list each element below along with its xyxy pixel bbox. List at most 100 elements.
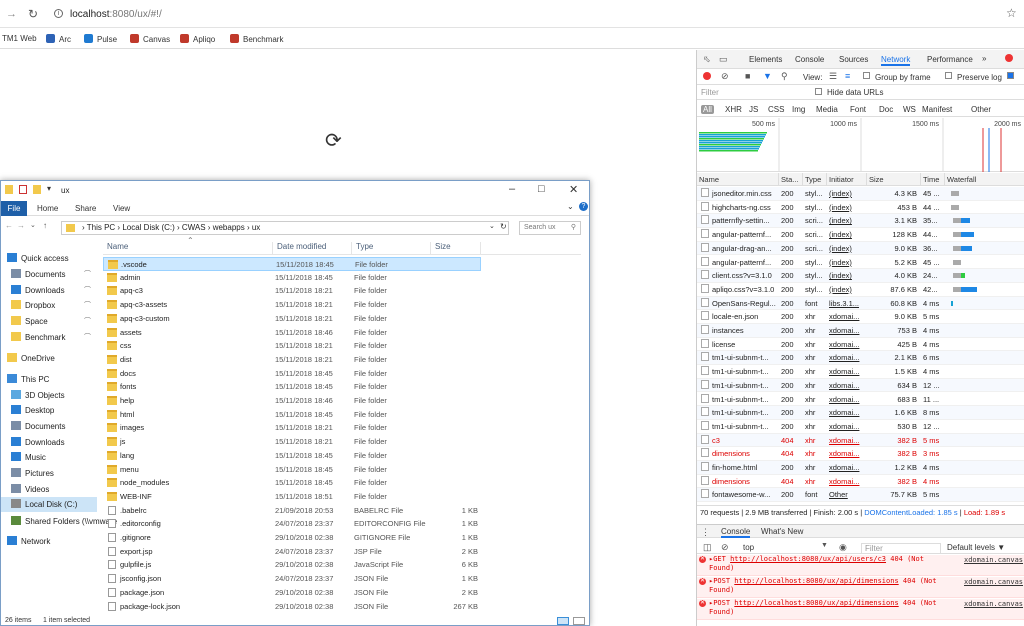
breadcrumb-item[interactable]: webapps — [213, 223, 245, 232]
recent-locations-icon[interactable]: ⌄ — [30, 221, 36, 229]
request-initiator[interactable]: xdomai... — [829, 351, 865, 365]
tab-network[interactable]: Network — [881, 55, 911, 66]
request-row[interactable]: angular-drag-an... 200 scri... (index) 9.0 K… — [697, 241, 1024, 256]
filter-input[interactable]: Filter — [701, 88, 805, 98]
filter-type-img[interactable]: Img — [792, 105, 805, 114]
context-selector[interactable]: top — [743, 543, 754, 552]
col-initiator[interactable]: Initiator — [827, 173, 867, 186]
request-row[interactable]: locale-en.json 200 xhr xdomai... 9.0 KB 5 ms — [697, 310, 1024, 324]
maximize-icon[interactable]: □ — [538, 183, 545, 195]
large-rows-icon[interactable]: ☰ — [829, 71, 837, 82]
file-row[interactable]: assets 15/11/2018 18:46 File folder — [103, 326, 481, 340]
context-dropdown-icon[interactable]: ▼ — [821, 542, 828, 549]
console-sidebar-icon[interactable]: ◫ — [703, 542, 712, 553]
large-icons-view-icon[interactable] — [573, 617, 585, 625]
file-row[interactable]: jsconfig.json 24/07/2018 23:37 JSON File 1 … — [103, 572, 481, 586]
request-row[interactable]: angular-patternf... 200 scri... (index) 128 … — [697, 228, 1024, 242]
tab-whats-new[interactable]: What's New — [761, 527, 803, 536]
column-date[interactable]: Date modified — [275, 242, 352, 255]
source-link[interactable]: xdomain.canvas — [964, 556, 1023, 565]
request-row[interactable]: tm1-ui-subnm-t... 200 xhr xdomai... 1.5 KB 4 … — [697, 365, 1024, 379]
bookmark-item[interactable]: Pulse — [84, 34, 117, 44]
nav-item[interactable]: Network — [1, 534, 97, 549]
filter-type-xhr[interactable]: XHR — [725, 105, 742, 114]
file-row[interactable]: docs 15/11/2018 18:45 File folder — [103, 367, 481, 381]
col-size[interactable]: Size — [867, 173, 921, 186]
waterfall-view-icon[interactable]: ≡ — [845, 71, 850, 81]
url-field[interactable]: localhost:8080/ux/#!/ — [70, 9, 162, 20]
bookmark-star-icon[interactable]: ☆ — [1006, 6, 1017, 20]
request-row[interactable]: tm1-ui-subnm-t... 200 xhr xdomai... 530 B 12 … — [697, 420, 1024, 434]
file-row[interactable]: WEB-INF 15/11/2018 18:51 File folder — [103, 490, 481, 504]
file-row[interactable]: package-lock.json 29/10/2018 02:38 JSON Fi… — [103, 600, 481, 614]
request-initiator[interactable]: (index) — [829, 256, 865, 270]
request-method[interactable]: ▸POST — [709, 599, 730, 607]
error-indicator-icon[interactable] — [1005, 54, 1013, 62]
back-arrow-icon[interactable]: → — [6, 8, 17, 20]
preserve-log-checkbox[interactable] — [945, 72, 952, 79]
request-initiator[interactable]: (index) — [829, 214, 865, 228]
request-url-link[interactable]: http://localhost:8080/ux/api/users/c3 — [730, 555, 886, 563]
path-dropdown-icon[interactable]: ⌄ — [489, 222, 495, 230]
request-row[interactable]: tm1-ui-subnm-t... 200 xhr xdomai... 634 B 12 … — [697, 378, 1024, 393]
ribbon-share-tab[interactable]: Share — [75, 204, 96, 213]
ribbon-view-tab[interactable]: View — [113, 204, 130, 213]
col-type[interactable]: Type — [803, 173, 827, 186]
file-row[interactable]: apq-c3-assets 15/11/2018 18:21 File folder — [103, 298, 481, 312]
request-url-link[interactable]: http://localhost:8080/ux/api/dimensions — [734, 599, 898, 607]
col-status[interactable]: Sta... — [779, 173, 803, 186]
nav-item[interactable]: Documents ⌒ — [1, 267, 97, 282]
breadcrumb-item[interactable]: CWAS — [182, 223, 206, 232]
nav-item[interactable]: Music — [1, 450, 97, 465]
breadcrumb[interactable]: › This PC › Local Disk (C:) › CWAS › web… — [61, 221, 509, 235]
up-icon[interactable]: ↑ — [43, 221, 47, 230]
file-row[interactable]: .babelrc 21/09/2018 20:53 BABELRC File 1 KB — [103, 504, 481, 518]
more-tabs-button[interactable]: » — [982, 54, 986, 63]
filter-type-js[interactable]: JS — [749, 105, 758, 114]
request-initiator[interactable]: xdomai... — [829, 379, 865, 393]
request-initiator[interactable]: (index) — [829, 187, 865, 201]
filter-type-media[interactable]: Media — [816, 105, 838, 114]
nav-item[interactable]: Dropbox ⌒ — [1, 298, 97, 313]
request-initiator[interactable]: libs.3.1... — [829, 297, 865, 311]
device-toolbar-icon[interactable]: ▭ — [719, 54, 728, 65]
log-levels-dropdown[interactable]: Default levels ▼ — [947, 543, 1005, 552]
col-name[interactable]: Name — [697, 173, 779, 186]
breadcrumb-separator-icon[interactable]: › — [206, 223, 213, 232]
file-row[interactable]: dist 15/11/2018 18:21 File folder — [103, 353, 481, 367]
ribbon-file-tab[interactable]: File — [1, 201, 27, 216]
request-initiator[interactable]: xdomai... — [829, 406, 865, 420]
filter-type-font[interactable]: Font — [850, 105, 866, 114]
info-icon[interactable]: i — [54, 9, 63, 18]
file-row[interactable]: help 15/11/2018 18:46 File folder — [103, 394, 481, 408]
details-view-icon[interactable] — [557, 617, 569, 625]
nav-item[interactable]: Downloads ⌒ — [1, 283, 97, 298]
file-row[interactable]: js 15/11/2018 18:21 File folder — [103, 435, 481, 449]
request-row[interactable]: jsoneditor.min.css 200 styl... (index) 4.3 K… — [697, 187, 1024, 201]
forward-icon[interactable]: → — [17, 221, 25, 230]
refresh-icon[interactable]: ↻ — [500, 222, 507, 231]
file-row[interactable]: .gitignore 29/10/2018 02:38 GITIGNORE File… — [103, 531, 481, 545]
filter-type-ws[interactable]: WS — [903, 105, 916, 114]
record-icon[interactable] — [703, 72, 711, 80]
reload-icon[interactable]: ↻ — [28, 7, 38, 21]
request-row[interactable]: angular-patternf... 200 styl... (index) 5.2 … — [697, 256, 1024, 270]
drawer-menu-icon[interactable]: ⋮ — [701, 527, 710, 538]
file-row[interactable]: images 15/11/2018 18:21 File folder — [103, 421, 481, 435]
nav-item[interactable]: Local Disk (C:) — [1, 497, 97, 512]
column-type[interactable]: Type — [354, 242, 431, 255]
file-row[interactable]: apq-c3-custom 15/11/2018 18:21 File folder — [103, 312, 481, 326]
file-row[interactable]: node_modules 15/11/2018 18:45 File folder — [103, 476, 481, 490]
filter-type-all[interactable]: All — [701, 105, 714, 114]
nav-item[interactable]: Videos — [1, 482, 97, 497]
file-row[interactable]: .editorconfig 24/07/2018 23:37 EDITORCONFI… — [103, 517, 481, 531]
request-initiator[interactable]: xdomai... — [829, 434, 865, 448]
request-url-link[interactable]: http://localhost:8080/ux/api/dimensions — [734, 577, 898, 585]
breadcrumb-item[interactable]: This PC — [87, 223, 115, 232]
nav-item[interactable]: OneDrive — [1, 351, 97, 366]
nav-item[interactable]: Quick access — [1, 251, 97, 266]
request-initiator[interactable]: (index) — [829, 242, 865, 256]
breadcrumb-separator-icon[interactable]: › — [175, 223, 182, 232]
console-filter-input[interactable]: Filter — [861, 543, 941, 554]
bookmark-item[interactable]: Canvas — [130, 34, 170, 44]
